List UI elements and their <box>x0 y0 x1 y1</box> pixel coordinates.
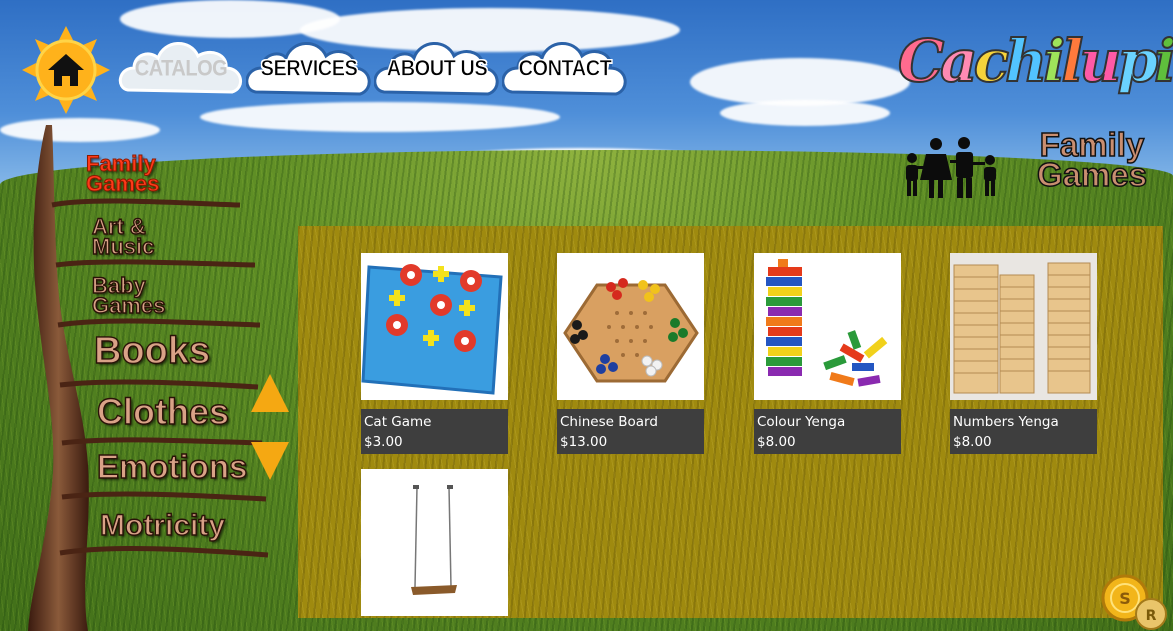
category-heading: Family Games <box>898 126 1173 202</box>
svg-text:R: R <box>1146 608 1157 624</box>
product-grid: Cat Game $3.00 Chinese Board $13.00 Colo… <box>298 226 1163 618</box>
colour-block-tower-image[interactable] <box>754 253 901 400</box>
svg-text:S: S <box>1119 589 1131 608</box>
product-info: Cat Game $3.00 <box>361 409 508 454</box>
nav-about-us[interactable]: ABOUT US <box>374 40 500 98</box>
nav-catalog[interactable]: CATALOG <box>118 40 244 98</box>
product-card[interactable]: Cat Game $3.00 <box>361 253 508 454</box>
sidebar-item-label: Emotions <box>96 448 248 485</box>
logo-letter: a <box>939 26 979 96</box>
sidebar-item-motricity[interactable]: Motricity <box>99 509 270 564</box>
nav-services-label: SERVICES <box>260 56 358 81</box>
nav-catalog-label: CATALOG <box>134 56 228 81</box>
product-price: $13.00 <box>560 434 608 450</box>
logo-letter: i <box>1153 26 1173 96</box>
product-name: Numbers Yenga <box>953 414 1059 430</box>
product-card[interactable]: Colour Yenga $8.00 <box>754 253 901 454</box>
sidebar-item-label: Family Games <box>85 151 160 196</box>
logo-letter: p <box>1117 26 1160 96</box>
sidebar-item-books[interactable]: Books <box>93 330 264 386</box>
tic-tac-toe-board-image[interactable] <box>361 253 508 400</box>
sidebar-item-label: Motricity <box>99 509 226 542</box>
logo-letter: C <box>897 26 945 96</box>
category-title: Family Games <box>1036 126 1148 193</box>
home-icon <box>48 54 84 86</box>
nav-about-us-label: ABOUT US <box>386 56 488 81</box>
product-name: Cat Game <box>364 414 432 430</box>
product-info: Numbers Yenga $8.00 <box>950 409 1097 454</box>
swing-image[interactable] <box>361 469 508 616</box>
scroll-down-arrow-icon[interactable] <box>251 442 289 480</box>
logo-letter: h <box>1004 26 1048 96</box>
logo-letter: u <box>1078 26 1122 96</box>
coin-icon[interactable]: S R <box>1099 572 1169 630</box>
product-price: $8.00 <box>953 434 992 450</box>
product-info: Colour Yenga $8.00 <box>754 409 901 454</box>
chinese-checkers-image[interactable] <box>557 253 704 400</box>
sidebar-item-label: Books <box>93 330 211 372</box>
product-card[interactable]: Chinese Board $13.00 <box>557 253 704 454</box>
product-price: $3.00 <box>364 434 403 450</box>
sidebar-item-art-music[interactable]: Art & Music <box>91 214 262 269</box>
numbered-block-tower-image[interactable] <box>950 253 1097 400</box>
sidebar-item-label: Clothes <box>96 391 230 432</box>
scroll-up-arrow-icon[interactable] <box>251 374 289 412</box>
logo-letter: c <box>973 26 1010 96</box>
product-name: Chinese Board <box>560 414 658 430</box>
product-card[interactable]: Numbers Yenga $8.00 <box>950 253 1097 454</box>
home-button[interactable] <box>22 26 110 114</box>
sidebar-item-label: Baby Games <box>91 273 166 318</box>
nav-contact[interactable]: CONTACT <box>502 40 628 98</box>
sidebar-item-family-games[interactable]: Family Games <box>85 151 256 206</box>
nav-services[interactable]: SERVICES <box>246 40 372 98</box>
product-name: Colour Yenga <box>757 414 846 430</box>
sidebar-item-emotions[interactable]: Emotions <box>96 448 267 504</box>
product-price: $8.00 <box>757 434 796 450</box>
brand-logo[interactable]: Cachilupi <box>897 18 1173 104</box>
sky-cloud <box>720 100 890 126</box>
sidebar-item-label: Art & Music <box>91 214 155 259</box>
product-info: Chinese Board $13.00 <box>557 409 704 454</box>
product-card[interactable] <box>361 469 508 616</box>
nav-contact-label: CONTACT <box>518 56 612 81</box>
sidebar-item-clothes[interactable]: Clothes <box>96 391 267 448</box>
family-icon <box>906 137 996 198</box>
sky-cloud <box>690 58 910 106</box>
sidebar-item-baby-games[interactable]: Baby Games <box>91 273 262 328</box>
